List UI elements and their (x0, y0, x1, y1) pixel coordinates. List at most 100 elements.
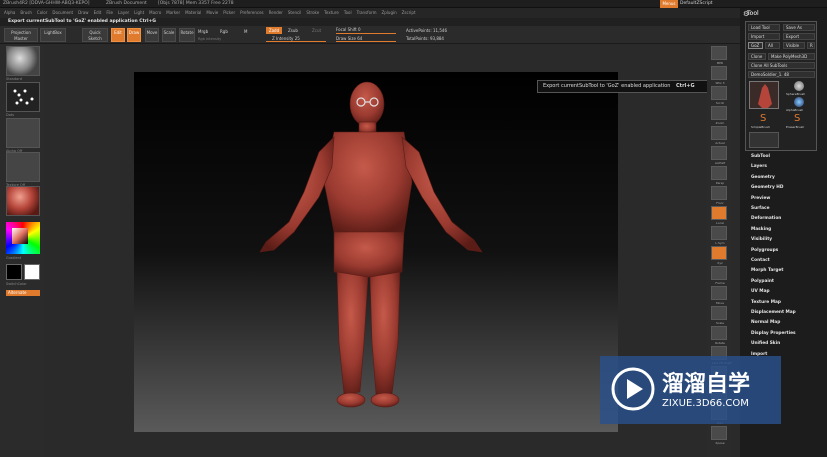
tool-menu-polypaint[interactable]: Polypaint (751, 279, 774, 284)
simple-brush-icon[interactable]: S (760, 114, 770, 124)
menu-brush[interactable]: Brush (20, 8, 32, 18)
brush-thumbnail[interactable] (6, 46, 40, 76)
menu-stroke[interactable]: Stroke (306, 8, 319, 18)
secondary-color-swatch[interactable] (6, 264, 22, 280)
zadd-button[interactable]: Zadd (266, 27, 282, 34)
menu-preferences[interactable]: Preferences (240, 8, 264, 18)
focal-shift-slider[interactable]: Focal Shift 0 (336, 27, 361, 32)
tool-menu-surface[interactable]: Surface (751, 206, 770, 211)
tool-menu-display-properties[interactable]: Display Properties (751, 331, 796, 336)
alternate-button[interactable]: Alternate (6, 290, 40, 296)
move-button[interactable]: Move (145, 28, 159, 42)
mrgb-toggle[interactable]: Mrgb (198, 29, 208, 34)
menu-color[interactable]: Color (37, 8, 47, 18)
tool-menu-visibility[interactable]: Visibility (751, 237, 772, 242)
menu-render[interactable]: Render (269, 8, 283, 18)
menu-marker[interactable]: Marker (166, 8, 180, 18)
primary-color-swatch[interactable] (24, 264, 40, 280)
edit-button[interactable]: Edit (111, 28, 125, 42)
tool-menu-texture-map[interactable]: Texture Map (751, 300, 781, 305)
tool-menu-deformation[interactable]: Deformation (751, 216, 781, 221)
shelf-frame[interactable]: Frame (711, 266, 727, 285)
rgb-toggle[interactable]: Rgb (220, 29, 228, 34)
zcut-button[interactable]: Zcut (312, 28, 321, 33)
menu-file[interactable]: File (106, 8, 113, 18)
shelf-l-sym[interactable]: L.Sym (711, 226, 727, 245)
sphere-brush-icon[interactable] (794, 81, 804, 91)
goz-button[interactable]: GoZ (748, 42, 763, 49)
texture-thumbnail[interactable] (6, 152, 40, 182)
menu-movie[interactable]: Movie (206, 8, 218, 18)
zsub-button[interactable]: Zsub (288, 28, 298, 33)
shelf-bpr[interactable]: BPR (711, 46, 727, 65)
current-tool-slider[interactable]: DemoSoldier_1. 48 (748, 71, 815, 78)
shelf-scroll[interactable]: Scroll (711, 86, 727, 105)
shelf-rotate[interactable]: Rotate (711, 326, 727, 345)
tool-menu-contact[interactable]: Contact (751, 258, 770, 263)
shelf-persp[interactable]: Persp (711, 166, 727, 185)
rgb-intensity-slider[interactable]: Rgb Intensity (198, 37, 221, 41)
tool-menu-geometry[interactable]: Geometry (751, 175, 775, 180)
export-button[interactable]: Export (783, 33, 815, 40)
projection-master-button[interactable]: Projection Master (4, 28, 38, 42)
tool-menu-polygroups[interactable]: Polygroups (751, 248, 778, 253)
m-toggle[interactable]: M (244, 29, 247, 34)
load-tool-button[interactable]: Load Tool (748, 24, 780, 31)
menu-zscript[interactable]: Zscript (402, 8, 416, 18)
goz-r-button[interactable]: R (807, 42, 815, 49)
menu-macro[interactable]: Macro (149, 8, 161, 18)
shelf-aahalf[interactable]: AAHalf (711, 146, 727, 165)
tool-menu-uv-map[interactable]: UV Map (751, 289, 770, 294)
shelf-scale[interactable]: Scale (711, 306, 727, 325)
make-polymesh-button[interactable]: Make PolyMesh3D (768, 53, 815, 60)
menu-layer[interactable]: Layer (118, 8, 129, 18)
tool-menu-displacement-map[interactable]: Displacement Map (751, 310, 796, 315)
lightbox-button[interactable]: LightBox (40, 28, 66, 42)
color-square[interactable] (12, 228, 28, 244)
rotate-button[interactable]: Rotate (179, 28, 195, 42)
clone-all-subtools-button[interactable]: Clone All SubTools (748, 62, 815, 69)
stroke-thumbnail[interactable] (6, 82, 40, 112)
menu-texture[interactable]: Texture (324, 8, 339, 18)
material-thumbnail[interactable] (6, 186, 40, 216)
eraser-brush-icon[interactable]: S (794, 114, 804, 124)
tool-menu-preview[interactable]: Preview (751, 196, 770, 201)
tool-menu-unified-skin[interactable]: Unified Skin (751, 341, 780, 346)
document-canvas[interactable] (134, 72, 618, 432)
quick-sketch-button[interactable]: Quick Sketch (82, 28, 108, 42)
tool-menu-normal-map[interactable]: Normal Map (751, 320, 780, 325)
current-tool-thumbnail[interactable] (749, 81, 779, 109)
draw-button[interactable]: Draw (127, 28, 141, 42)
shelf-actual[interactable]: Actual (711, 126, 727, 145)
menu-draw[interactable]: Draw (78, 8, 88, 18)
tool-menu-masking[interactable]: Masking (751, 227, 771, 232)
menu-edit[interactable]: Edit (94, 8, 102, 18)
shelf-floor[interactable]: Floor (711, 186, 727, 205)
shelf-local[interactable]: Local (711, 206, 727, 225)
menu-light[interactable]: Light (134, 8, 144, 18)
switch-color-label[interactable]: SwitchColor (6, 282, 27, 286)
menu-tool[interactable]: Tool (344, 8, 352, 18)
shelf-xpose[interactable]: Xpose (711, 426, 727, 445)
menu-document[interactable]: Document (52, 8, 73, 18)
shelf-xyz[interactable]: Xyz (711, 246, 727, 265)
goz-all-button[interactable]: All (765, 42, 780, 49)
shelf-zoom[interactable]: Zoom (711, 106, 727, 125)
tool-header[interactable]: Tool (747, 10, 759, 17)
scale-button[interactable]: Scale (162, 28, 176, 42)
alpha-thumbnail[interactable] (6, 118, 40, 148)
menu-alpha[interactable]: Alpha (4, 8, 15, 18)
menu-transform[interactable]: Transform (357, 8, 377, 18)
shelf-move[interactable]: Move (711, 286, 727, 305)
tool-menu-subtool[interactable]: SubTool (751, 154, 770, 159)
menu-material[interactable]: Material (185, 8, 201, 18)
shelf-spix-3[interactable]: SPix 3 (711, 66, 727, 85)
tool-menu-layers[interactable]: Layers (751, 164, 767, 169)
menus-button[interactable]: Menus (660, 0, 678, 8)
save-as-button[interactable]: Save As (783, 24, 815, 31)
goz-visible-button[interactable]: Visible (783, 42, 805, 49)
menu-picker[interactable]: Picker (223, 8, 235, 18)
alpha-brush-icon[interactable] (794, 97, 804, 107)
color-picker[interactable] (6, 222, 40, 254)
extra-tool-thumbnail[interactable] (749, 132, 779, 148)
